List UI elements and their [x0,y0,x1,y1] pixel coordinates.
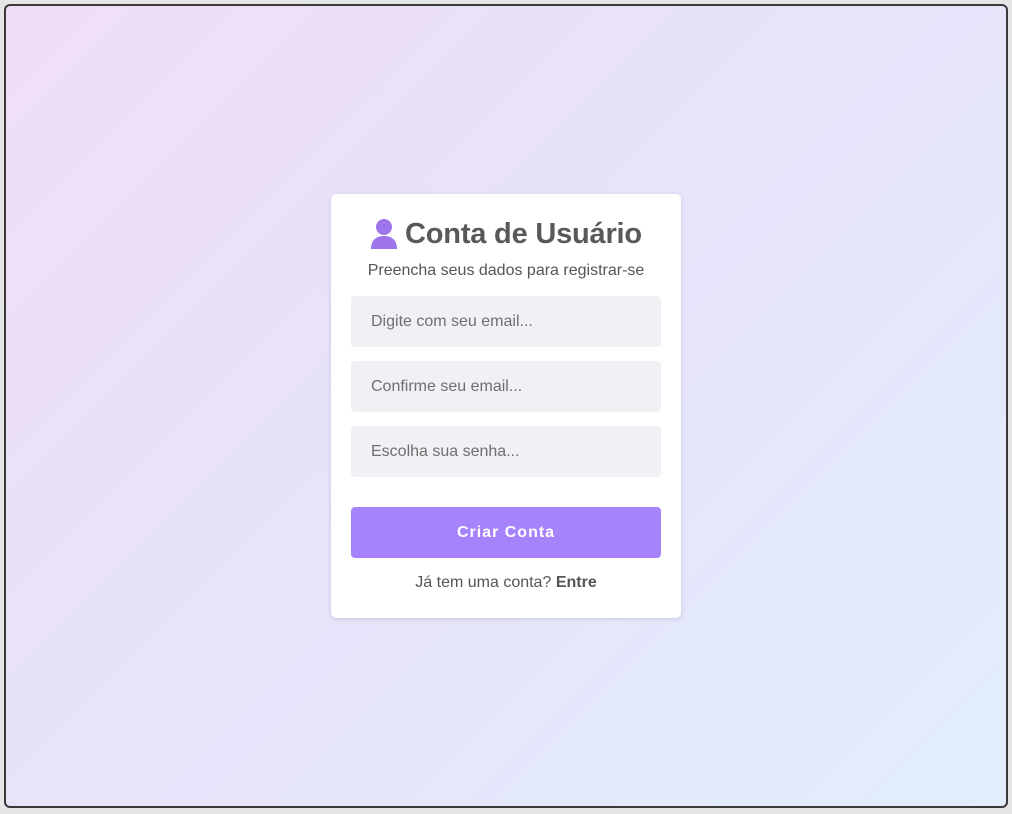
password-input[interactable] [351,426,661,477]
user-icon [370,218,398,250]
card-header: Conta de Usuário [351,216,661,252]
login-prompt-text: Já tem uma conta? [415,574,552,591]
create-account-button[interactable]: Criar Conta [351,507,661,558]
confirm-email-input[interactable] [351,361,661,412]
email-input[interactable] [351,296,661,347]
login-prompt: Já tem uma conta? Entre [351,574,661,592]
card-subtitle: Preencha seus dados para registrar-se [367,262,645,279]
app-window: Conta de Usuário Preencha seus dados par… [4,4,1008,808]
login-link[interactable]: Entre [556,574,597,591]
signup-card: Conta de Usuário Preencha seus dados par… [331,194,681,618]
page-title: Conta de Usuário [405,217,642,250]
